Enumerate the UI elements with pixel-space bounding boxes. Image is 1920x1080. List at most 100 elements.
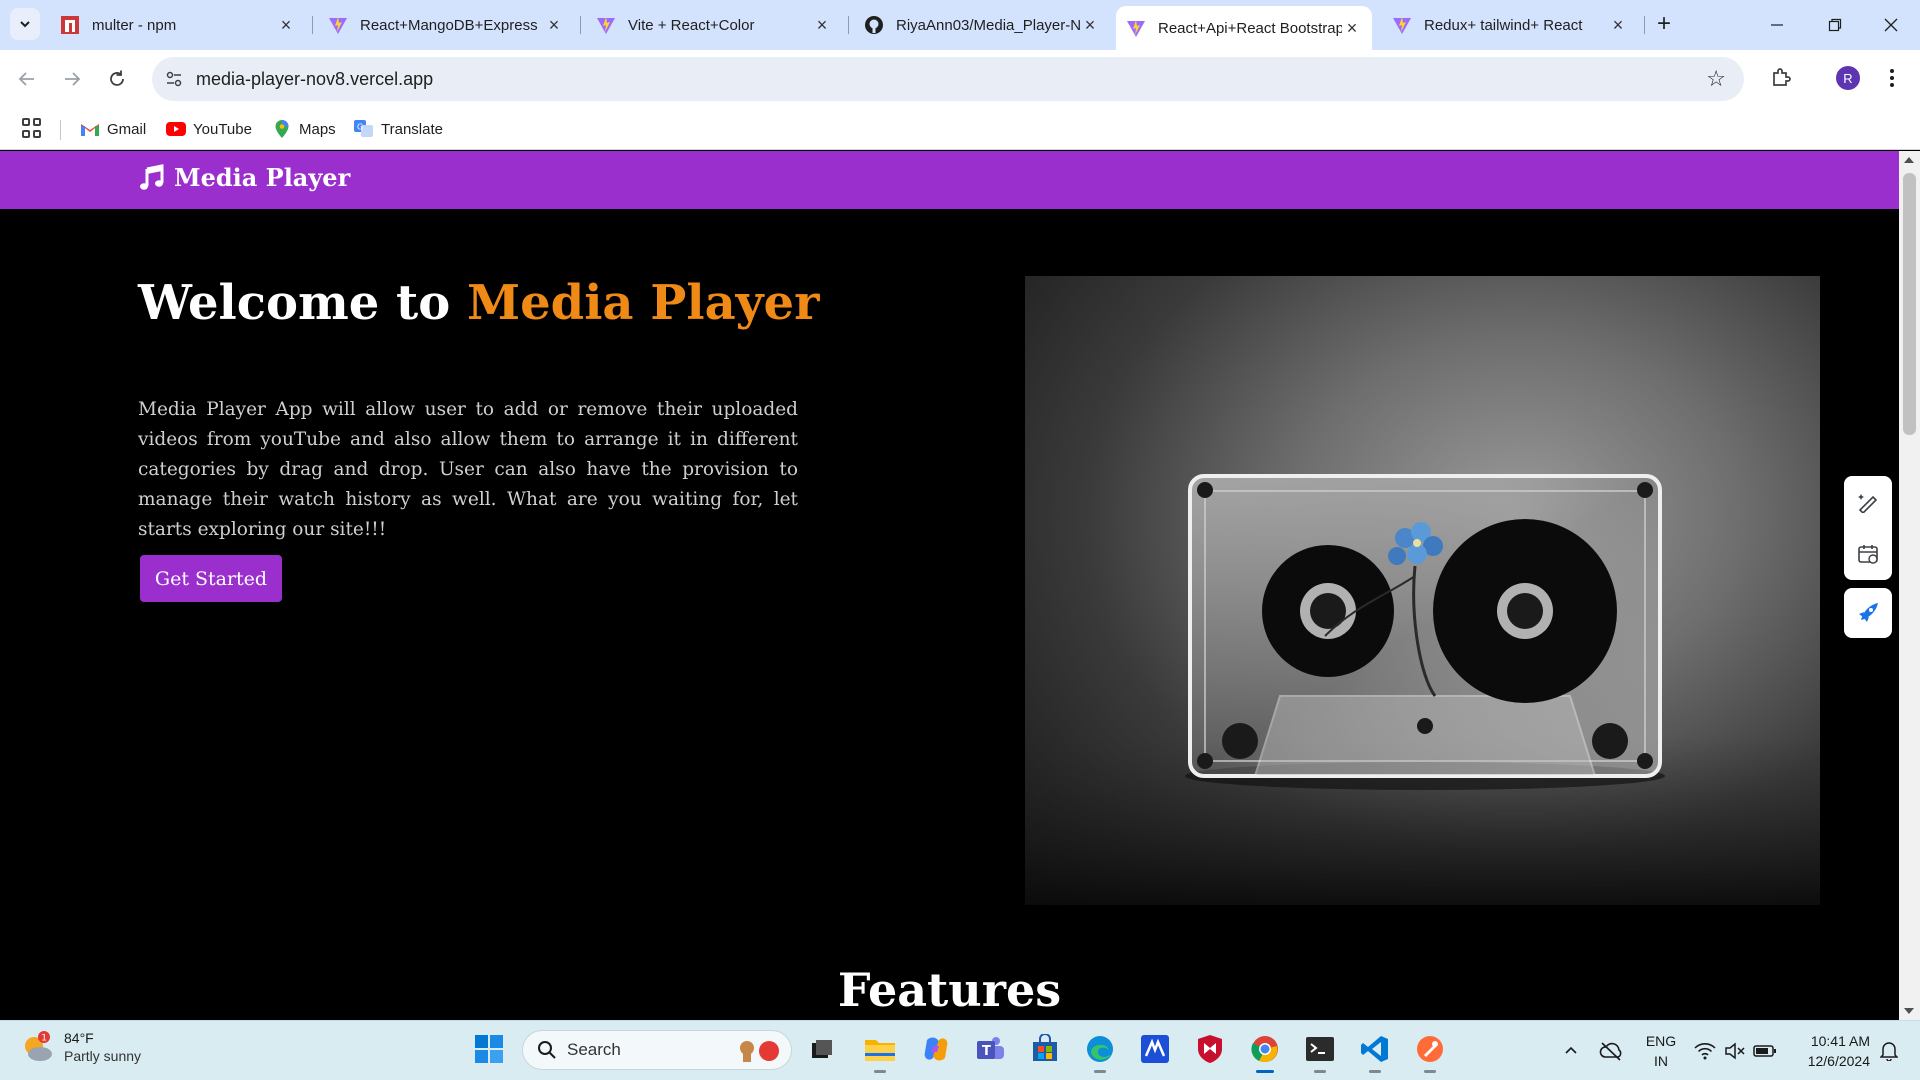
browser-toolbar: media-player-nov8.vercel.app ☆ R (0, 50, 1920, 108)
copilot-icon (924, 1037, 948, 1061)
tab-react-api-bootstrap[interactable]: React+Api+React Bootstrap × (1116, 6, 1372, 50)
wifi-icon (1694, 1043, 1716, 1060)
taskbar-search[interactable]: Search (522, 1030, 792, 1070)
close-icon[interactable]: × (812, 15, 832, 35)
app-button-blue-m[interactable] (1137, 1031, 1173, 1067)
show-hidden-icons-button[interactable] (1556, 1021, 1586, 1080)
page-scrollbar[interactable] (1899, 151, 1920, 1020)
notifications-button[interactable] (1874, 1021, 1904, 1080)
tab-title: RiyaAnn03/Media_Player-N (896, 16, 1080, 34)
teams-button[interactable]: T (972, 1031, 1008, 1067)
tab-react-mangodb-express[interactable]: React+MangoDB+Express × (318, 8, 574, 42)
close-icon[interactable]: × (1342, 18, 1362, 38)
close-icon[interactable]: × (1080, 15, 1100, 35)
tab-multer-npm[interactable]: multer - npm × (50, 8, 306, 42)
chrome-button[interactable] (1247, 1031, 1283, 1073)
tab-vite-react-color[interactable]: Vite + React+Color × (586, 8, 842, 42)
edge-icon (1087, 1036, 1113, 1062)
browser-menu-button[interactable] (1880, 64, 1904, 92)
copilot-button[interactable] (918, 1031, 954, 1067)
file-explorer-button[interactable] (862, 1031, 898, 1073)
hero-title-accent: Media Player (466, 275, 820, 331)
back-button[interactable] (10, 62, 44, 96)
edit-sparkle-icon[interactable] (1844, 476, 1892, 528)
scrollbar-thumb[interactable] (1903, 173, 1916, 435)
hero-title: Welcome to Media Player (138, 275, 819, 331)
floating-side-toolbar (1844, 476, 1892, 638)
tab-redux-tailwind-react[interactable]: Redux+ tailwind+ React × (1382, 8, 1638, 42)
get-started-button[interactable]: Get Started (140, 555, 282, 602)
task-view-button[interactable] (804, 1031, 840, 1067)
tab-search-button[interactable] (10, 8, 40, 40)
reload-icon (110, 70, 124, 86)
site-settings-icon[interactable] (162, 67, 186, 91)
arrow-left-icon (18, 72, 34, 86)
app-m-icon (1141, 1035, 1169, 1063)
forward-button[interactable] (55, 62, 89, 96)
brand-link[interactable]: Media Player (138, 163, 350, 192)
postman-button[interactable] (1412, 1031, 1448, 1073)
weather-widget[interactable]: 1 84°F Partly sunny (20, 1029, 141, 1065)
gmail-icon (80, 120, 100, 138)
new-tab-button[interactable]: + (1650, 10, 1678, 38)
microsoft-store-button[interactable] (1027, 1031, 1063, 1067)
vite-icon (1126, 18, 1146, 38)
volume-button[interactable] (1720, 1021, 1750, 1080)
page-viewport: Media Player Welcome to Media Player Med… (0, 151, 1899, 1020)
arrow-right-icon (65, 72, 81, 86)
url-text[interactable]: media-player-nov8.vercel.app (196, 69, 433, 90)
vite-icon (1392, 15, 1412, 35)
minimize-button[interactable] (1748, 0, 1806, 50)
minimize-icon (1771, 24, 1783, 26)
vite-icon (596, 15, 616, 35)
bookmark-label: Gmail (107, 120, 147, 138)
site-navbar: Media Player (0, 151, 1899, 209)
bookmark-maps[interactable]: Maps (272, 116, 336, 142)
close-window-button[interactable] (1862, 0, 1920, 50)
weather-condition: Partly sunny (64, 1048, 142, 1064)
restore-button[interactable] (1806, 0, 1864, 50)
svg-text:G: G (357, 123, 363, 132)
extensions-button[interactable] (1766, 62, 1796, 92)
bookmark-youtube[interactable]: YouTube (166, 116, 252, 142)
bookmark-divider (60, 120, 61, 140)
calendar-check-icon[interactable] (1844, 528, 1892, 580)
address-bar[interactable]: media-player-nov8.vercel.app ☆ (152, 57, 1744, 101)
bookmark-label: Maps (299, 120, 336, 138)
bookmark-gmail[interactable]: Gmail (80, 116, 146, 142)
system-clock[interactable]: 10:41 AM 12/6/2024 (1790, 1031, 1870, 1071)
weather-badge: 1 (41, 1034, 47, 1044)
scroll-up-arrow-icon[interactable] (1904, 157, 1914, 163)
teams-icon: T (977, 1037, 1004, 1059)
close-icon[interactable]: × (276, 15, 296, 35)
close-icon[interactable]: × (544, 15, 564, 35)
language-indicator[interactable]: ENG IN (1644, 1031, 1678, 1071)
terminal-button[interactable] (1302, 1031, 1338, 1073)
mcafee-button[interactable] (1192, 1031, 1228, 1067)
side-launch-card (1844, 588, 1892, 638)
windows-logo-icon (475, 1035, 503, 1063)
vscode-button[interactable] (1357, 1031, 1393, 1073)
rocket-icon[interactable] (1844, 588, 1892, 638)
shield-icon (1198, 1035, 1222, 1063)
bookmark-star-icon[interactable]: ☆ (1706, 66, 1726, 92)
bookmark-translate[interactable]: G Translate (354, 116, 443, 142)
cloud-off-icon (1599, 1042, 1622, 1061)
store-icon (1033, 1034, 1057, 1061)
tab-github-media-player[interactable]: RiyaAnn03/Media_Player-N × (854, 8, 1110, 42)
bell-icon (1880, 1042, 1898, 1061)
edge-button[interactable] (1082, 1031, 1118, 1073)
close-icon[interactable]: × (1608, 15, 1628, 35)
scroll-down-arrow-icon[interactable] (1904, 1008, 1914, 1014)
tab-divider (1644, 16, 1645, 34)
wifi-button[interactable] (1690, 1021, 1720, 1080)
apps-grid-icon[interactable] (22, 118, 42, 138)
chevron-down-icon (20, 21, 30, 28)
hero-title-prefix: Welcome to (138, 275, 467, 331)
onedrive-offline-button[interactable] (1594, 1021, 1628, 1080)
profile-avatar[interactable]: R (1836, 66, 1860, 90)
battery-button[interactable] (1750, 1021, 1780, 1080)
reload-button[interactable] (100, 62, 134, 96)
start-button[interactable] (471, 1031, 507, 1067)
tab-title: Redux+ tailwind+ React (1424, 16, 1583, 34)
